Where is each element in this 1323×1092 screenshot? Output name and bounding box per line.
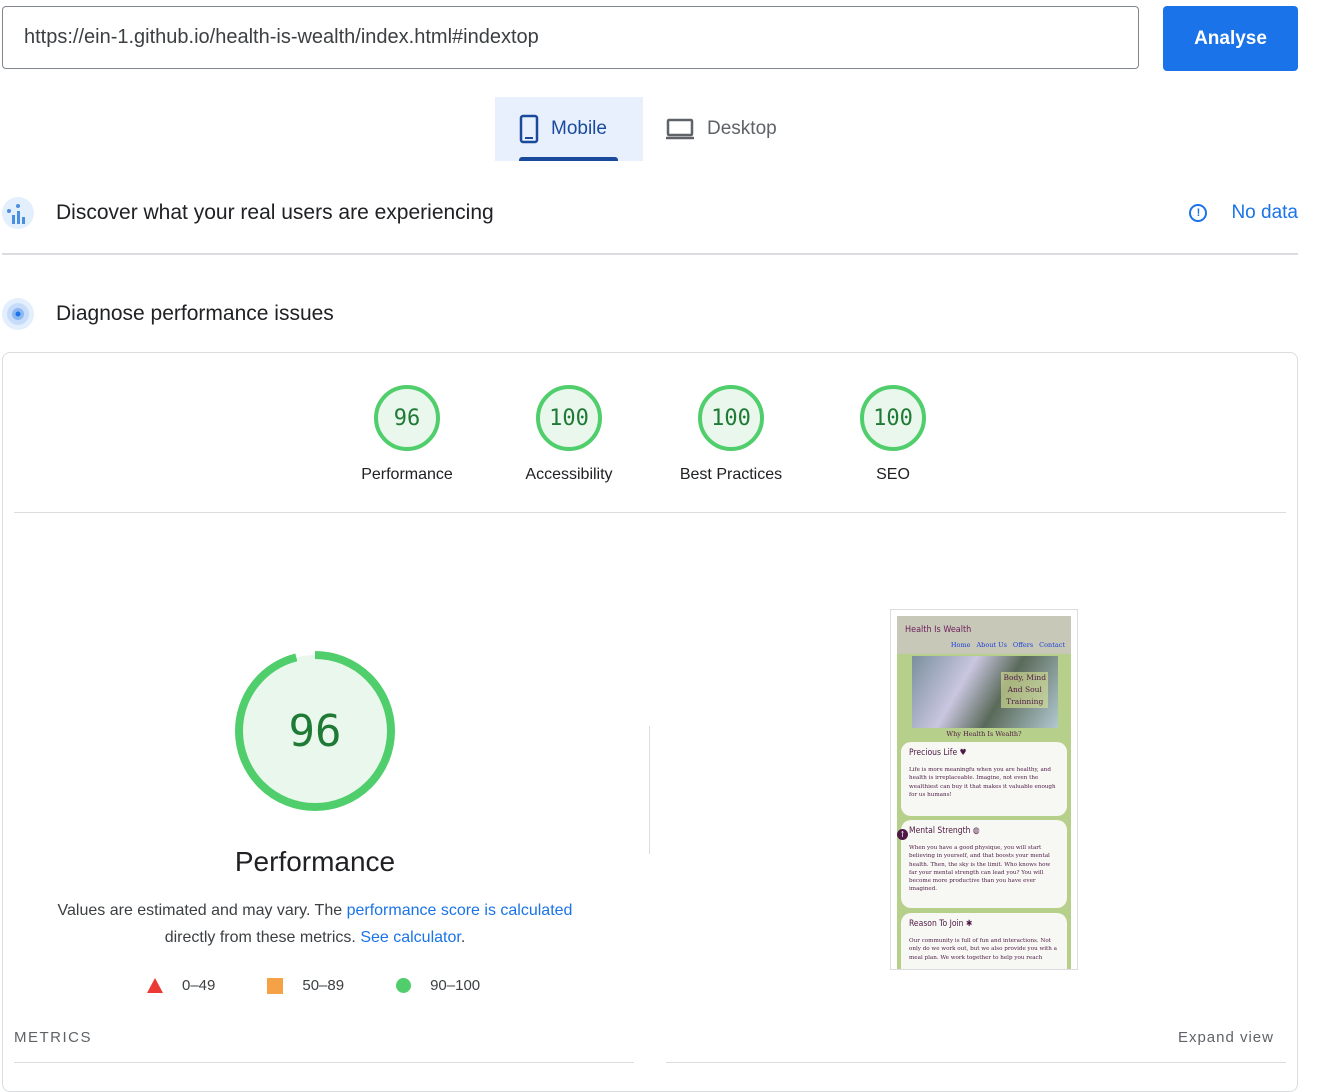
- back-to-top-icon: ↑: [897, 829, 908, 840]
- score-value: 100: [536, 385, 602, 451]
- performance-title: Performance: [234, 846, 396, 877]
- card-text: Our community is full of fun and interac…: [909, 938, 1057, 961]
- hero-line: Body, Mind: [1003, 673, 1046, 682]
- hero-line: Trainning: [1006, 697, 1044, 706]
- screenshot-content: Health Is Wealth Home About Us Offers Co…: [897, 616, 1071, 969]
- performance-score: 96: [288, 705, 342, 757]
- screenshot-card: Mental Strength ◍ When you have a good p…: [901, 820, 1067, 908]
- screenshot-header: Health Is Wealth Home About Us Offers Co…: [897, 616, 1071, 654]
- diagnose-icon: [2, 298, 34, 330]
- score-legend: 0–49 50–89 90–100: [147, 977, 532, 994]
- desc-text: .: [460, 929, 466, 946]
- card-title: Reason To Join: [909, 919, 964, 929]
- score-gauge-best-practices[interactable]: 100 Best Practices: [676, 385, 786, 484]
- legend-pass: 90–100: [430, 977, 481, 994]
- card-text: When you have a good physique, you will …: [909, 845, 1051, 893]
- info-icon: !: [1189, 204, 1208, 222]
- screenshot-brand: Health Is Wealth: [905, 625, 972, 635]
- legend-average: 50–89: [302, 977, 345, 994]
- crux-section-header: Discover what your real users are experi…: [0, 197, 1298, 229]
- performance-score-link[interactable]: performance score is calculated: [347, 902, 573, 919]
- screenshot-card: Reason To Join ✱ Our community is full o…: [901, 913, 1067, 969]
- tab-desktop-label: Desktop: [707, 118, 777, 139]
- screenshot-nav-item: Contact: [1039, 641, 1065, 649]
- score-label: SEO: [876, 466, 910, 483]
- performance-description: Values are estimated and may vary. The p…: [40, 897, 590, 951]
- hero-line: And Soul: [1007, 685, 1042, 694]
- heart-icon: ♥: [959, 748, 967, 758]
- diagnose-title: Diagnose performance issues: [56, 302, 334, 325]
- score-gauge-accessibility[interactable]: 100 Accessibility: [514, 385, 624, 484]
- screenshot-nav-item: Offers: [1012, 641, 1034, 649]
- screenshot-card: Precious Life ♥ Life is more meaningfu w…: [901, 742, 1067, 816]
- expand-view-button[interactable]: Expand view: [1178, 1029, 1274, 1046]
- screenshot-nav-item: About Us: [976, 641, 1007, 649]
- score-label: Best Practices: [679, 466, 783, 483]
- metrics-heading: METRICS: [14, 1029, 92, 1046]
- divider: [14, 1062, 634, 1063]
- vertical-divider: [649, 726, 650, 854]
- gear-icon: ✱: [965, 919, 973, 929]
- no-data-label: No data: [1231, 202, 1298, 223]
- score-label: Accessibility: [525, 466, 613, 483]
- laptop-icon: [666, 118, 694, 140]
- no-data-status[interactable]: ! No data: [1189, 202, 1298, 224]
- pass-circle-icon: [396, 978, 412, 993]
- crux-title: Discover what your real users are experi…: [56, 201, 494, 224]
- tab-desktop[interactable]: Desktop: [665, 97, 805, 161]
- divider: [14, 512, 1286, 513]
- screenshot-why: Why Health Is Wealth?: [946, 730, 1022, 738]
- card-title: Mental Strength: [909, 826, 971, 836]
- legend-fail: 0–49: [182, 977, 216, 994]
- brain-icon: ◍: [972, 826, 980, 836]
- diagnose-section-header: Diagnose performance issues: [0, 298, 1298, 330]
- divider: [2, 253, 1298, 255]
- screenshot-nav-item: Home: [950, 641, 971, 649]
- page-screenshot[interactable]: Health Is Wealth Home About Us Offers Co…: [890, 609, 1078, 970]
- see-calculator-link[interactable]: See calculator: [360, 929, 461, 946]
- real-users-icon: [2, 197, 34, 229]
- average-square-icon: [267, 977, 284, 994]
- url-input[interactable]: https://ein-1.github.io/health-is-wealth…: [2, 6, 1139, 69]
- screenshot-hero-text: Body, Mind And Soul Trainning: [1001, 672, 1048, 708]
- active-tab-indicator: [519, 157, 618, 161]
- score-value: 100: [698, 385, 764, 451]
- score-gauge-performance[interactable]: 96 Performance: [352, 385, 462, 484]
- smartphone-icon: [519, 114, 539, 144]
- score-label: Performance: [361, 466, 453, 483]
- screenshot-hero-image: Body, Mind And Soul Trainning: [912, 656, 1058, 728]
- score-gauge-seo[interactable]: 100 SEO: [838, 385, 948, 484]
- screenshot-nav: Home About Us Offers Contact: [951, 641, 1065, 649]
- desc-text: Values are estimated and may vary. The: [57, 902, 347, 919]
- card-title: Precious Life: [909, 748, 958, 758]
- divider: [666, 1062, 1286, 1063]
- desc-text: directly from these metrics.: [164, 929, 361, 946]
- fail-triangle-icon: [147, 978, 163, 993]
- tab-mobile-label: Mobile: [551, 118, 607, 139]
- analyse-button[interactable]: Analyse: [1163, 6, 1298, 71]
- tab-mobile[interactable]: Mobile: [495, 97, 643, 161]
- card-text: Life is more meaningfu when you are heal…: [909, 767, 1056, 798]
- score-value: 100: [860, 385, 926, 451]
- score-value: 96: [374, 385, 440, 451]
